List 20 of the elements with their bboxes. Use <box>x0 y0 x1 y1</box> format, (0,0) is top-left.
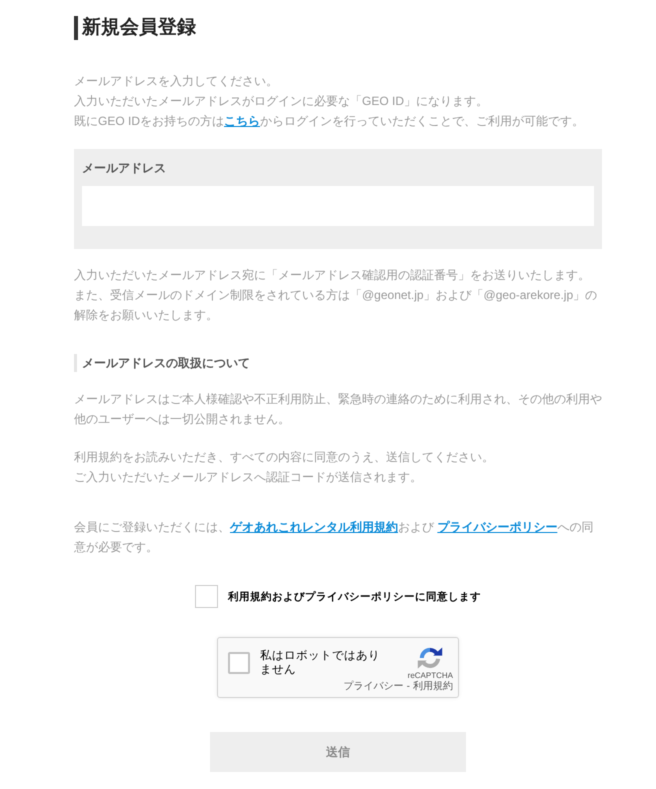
field-label: メールアドレス <box>82 160 167 177</box>
terms-link[interactable]: 利用規約 <box>413 681 453 692</box>
text-link[interactable]: プライバシーポリシー <box>437 520 558 534</box>
captcha-label: 私はロボットではありません <box>260 649 381 677</box>
section-text: 利用規約をお読みいただき、すべての内容に同意のうえ、送信してください。 ご入力いただいたメールアドレスへ認証コードが送信されます。 <box>74 449 495 486</box>
consent-label: 利用規約およびプライバシーポリシーに同意します <box>228 590 481 604</box>
agreement-text: 会員にご登録いただくには、ゲオあれこれレンタル利用規約および プライバシーポリシーへの同意が必要です。 <box>74 519 594 556</box>
intro-text: メールアドレスを入力してください。 入力いただいたメールアドレスがログインに必要な「GEO ID」になります。 既にGEO IDをお持ちの方はこちらからログインを行っていただくことで、ご利用が可能です。 <box>74 73 586 130</box>
circular-arrows-icon <box>417 645 444 671</box>
text-link[interactable]: こちら <box>224 114 260 128</box>
consent-checkbox[interactable] <box>195 585 218 608</box>
notice-text: 入力いただいたメールアドレス宛に「メールアドレス確認用の認証番号」をお送りいたします。 また、受信メールのドメイン制限をされている方は「@geonet.jp」および「@geo-arekore.jp」の解除をお願いいたします。 <box>74 267 598 324</box>
captcha-brand: reCAPTCHA <box>408 671 453 680</box>
captcha-checkbox[interactable] <box>228 652 250 674</box>
link-separator: - <box>406 681 410 692</box>
privacy-link[interactable]: プライバシー <box>344 681 404 692</box>
section-heading: メールアドレスの取扱について <box>74 354 602 372</box>
page-title: 新規会員登録 <box>74 16 602 40</box>
text-link[interactable]: ゲオあれこれレンタル利用規約 <box>230 520 398 534</box>
section-text: メールアドレスはご本人様確認や不正利用防止、緊急時の連絡のために利用され、その他の利用や他のユーザーへは一切公開されません。 <box>74 391 602 428</box>
